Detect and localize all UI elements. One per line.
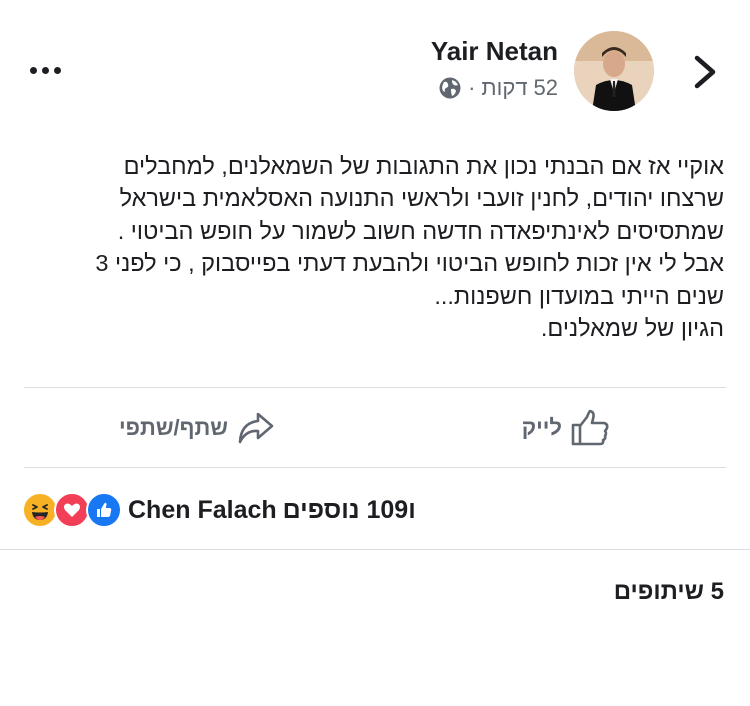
avatar-photo	[574, 31, 654, 111]
share-label: שתף/שתפי	[119, 415, 228, 440]
like-button[interactable]: לייק	[522, 406, 610, 450]
like-icon	[86, 492, 122, 528]
globe-icon[interactable]	[438, 76, 462, 100]
share-arrow-icon	[238, 412, 274, 444]
haha-icon	[22, 492, 58, 528]
divider	[24, 387, 726, 388]
post-line: אוקיי אז אם הבנתי נכון את התגובות של השמ…	[123, 153, 724, 179]
more-dots-icon	[30, 66, 37, 74]
post-meta: 52 דקות ·	[438, 74, 558, 102]
post-body: אוקיי אז אם הבנתי נכון את התגובות של השמ…	[20, 150, 724, 344]
more-options-button[interactable]	[30, 60, 70, 80]
reactions-summary[interactable]	[22, 492, 122, 528]
divider	[24, 467, 726, 468]
meta-separator: ·	[468, 75, 476, 100]
like-label: לייק	[521, 415, 562, 440]
divider	[0, 549, 750, 550]
thumbs-up-icon	[571, 409, 609, 446]
time-value: 52	[533, 75, 558, 100]
back-button[interactable]	[688, 52, 722, 92]
share-button[interactable]: שתף/שתפי	[119, 406, 276, 450]
shares-count[interactable]: 5 שיתופים	[614, 578, 724, 606]
love-icon	[54, 492, 90, 528]
post-line: שרצחו יהודים, לחנין זועבי ולראשי התנועה …	[119, 185, 724, 212]
post-line: הגיון של שמאלנים.	[540, 315, 724, 342]
chevron-right-icon	[694, 55, 716, 89]
post-line: אבל לי אין זכות לחופש הביטוי ולהבעת דעתי…	[95, 250, 724, 277]
avatar[interactable]	[574, 31, 654, 111]
post-line: שנים הייתי במועדון חשפנות...	[434, 282, 724, 309]
reaction-user-name: Chen Falach	[128, 495, 277, 524]
author-name[interactable]: Yair Netan	[431, 36, 558, 67]
post-line: שמתסיסים לאינתיפאדה חדשה חשוב לשמור על ח…	[117, 217, 724, 244]
time-unit: דקות	[481, 75, 528, 100]
reactions-text[interactable]: ו109 נוספים Chen Falach	[128, 492, 416, 528]
reaction-others-count: ו109 נוספים	[282, 495, 416, 524]
